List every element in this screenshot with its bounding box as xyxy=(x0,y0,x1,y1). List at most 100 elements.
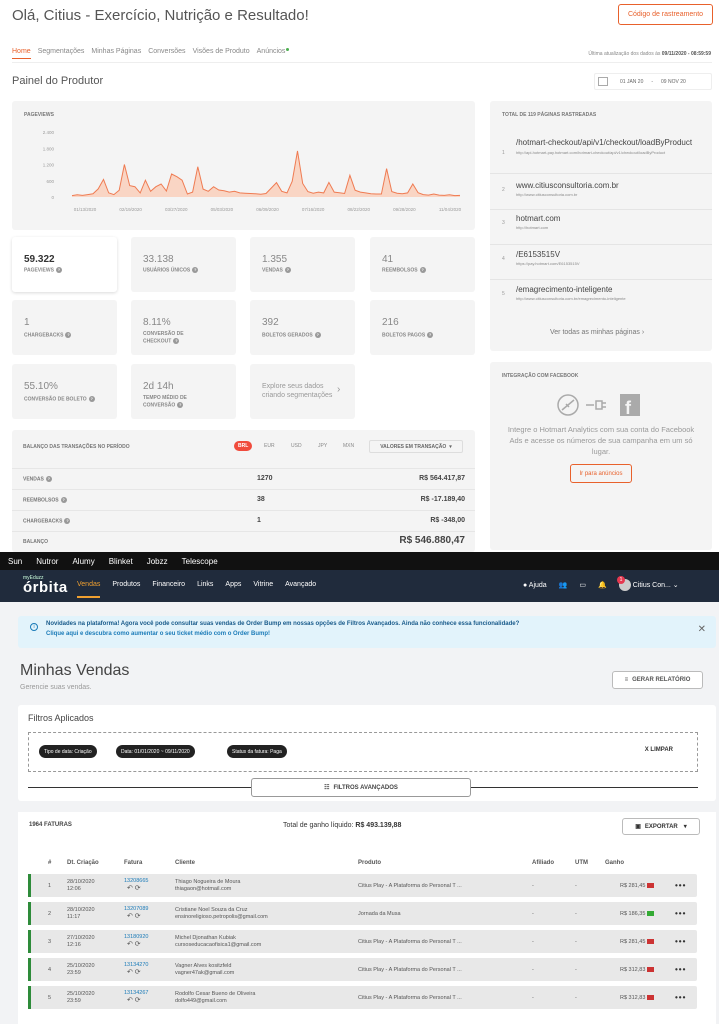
help-icon[interactable]: ? xyxy=(65,332,72,338)
table-row[interactable]: 3 27/10/2020 12:16 13180920 ↶ ⟳ Michel Djonat… xyxy=(28,930,697,953)
see-all-pages-link[interactable]: Ver todas as minhas páginas › xyxy=(550,329,644,336)
menu-produtos[interactable]: Produtos xyxy=(112,581,140,598)
currency-usd[interactable]: USD xyxy=(291,443,302,449)
currency-eur[interactable]: EUR xyxy=(264,443,275,449)
invoice-link[interactable]: 13208665 xyxy=(124,878,148,884)
col-affiliate[interactable]: Afiliado xyxy=(532,860,554,866)
invoice-actions-icon[interactable]: ↶ ⟳ xyxy=(127,997,141,1004)
help-icon[interactable]: ? xyxy=(419,267,426,273)
stat-card[interactable]: 2d 14h TEMPO MÉDIO DE CONVERSÃO? xyxy=(131,364,236,419)
invoice-link[interactable]: 13134267 xyxy=(124,990,148,996)
help-icon[interactable]: ? xyxy=(55,267,62,273)
help-icon[interactable]: ? xyxy=(88,396,95,402)
more-actions-icon[interactable]: ••• xyxy=(675,965,686,974)
more-actions-icon[interactable]: ••• xyxy=(675,909,686,918)
tracked-page-item[interactable]: 5/emagrecimento-inteligente http://www.ci… xyxy=(490,281,712,311)
generate-report-button[interactable]: ≡ GERAR RELATÓRIO xyxy=(612,671,703,689)
tracked-page-item[interactable]: 2 www.citiusconsultoria.com.br http://www.… xyxy=(490,177,712,210)
invoice-link[interactable]: 13180920 xyxy=(124,934,148,940)
menu-vendas[interactable]: Vendas xyxy=(77,581,101,598)
table-row[interactable]: 2 28/10/2020 11:17 13207089 ↶ ⟳ Cristiane Noe… xyxy=(28,902,697,925)
tab-visoes-produto[interactable]: Visões de Produto xyxy=(193,48,250,59)
team-icon[interactable]: 👥 xyxy=(559,581,568,589)
currency-brl[interactable]: BRL xyxy=(234,441,253,451)
tracked-page-item[interactable]: 1/hotmart-checkout/api/v1/checkout/loadB… xyxy=(490,134,712,174)
menu-avancado[interactable]: Avançado xyxy=(285,581,316,598)
col-invoice[interactable]: Fatura xyxy=(124,860,142,866)
currency-jpy[interactable]: JPY xyxy=(318,443,327,449)
advanced-filters-button[interactable]: ☷ FILTROS AVANÇADOS xyxy=(251,778,471,797)
table-row[interactable]: 4 25/10/2020 23:59 13134270 ↶ ⟳ Vagner Alves … xyxy=(28,958,697,981)
clear-filters-button[interactable]: X LIMPAR xyxy=(645,747,673,753)
stat-card[interactable]: 8.11% CONVERSÃO DE CHECKOUT? xyxy=(131,300,236,355)
values-dropdown[interactable]: VALORES EM TRANSAÇÃO ▾ xyxy=(369,440,463,453)
more-actions-icon[interactable]: ••• xyxy=(675,993,686,1002)
more-actions-icon[interactable]: ••• xyxy=(675,937,686,946)
col-utm[interactable]: UTM xyxy=(575,860,588,866)
bookmark-jobzz[interactable]: Jobzz xyxy=(147,557,168,566)
tab-anuncios[interactable]: Anúncios xyxy=(257,48,290,59)
col-client[interactable]: Cliente xyxy=(175,860,195,866)
stat-card[interactable]: 41 REEMBOLSOS? xyxy=(370,237,475,292)
filter-chip-date-type[interactable]: Tipo de data: Criação xyxy=(39,745,97,758)
export-button[interactable]: ▣ EXPORTAR ▾ xyxy=(622,818,700,835)
more-actions-icon[interactable]: ••• xyxy=(675,881,686,890)
col-date[interactable]: Dt. Criação xyxy=(67,860,99,866)
menu-apps[interactable]: Apps xyxy=(225,581,241,598)
info-link[interactable]: Clique aqui e descubra como aumentar o s… xyxy=(46,631,270,637)
invoice-link[interactable]: 13207089 xyxy=(124,906,148,912)
bookmark-telescope[interactable]: Telescope xyxy=(182,557,218,566)
help-icon[interactable]: ? xyxy=(177,402,184,408)
help-icon[interactable]: ? xyxy=(60,497,67,503)
menu-financeiro[interactable]: Financeiro xyxy=(152,581,185,598)
tab-conversoes[interactable]: Conversões xyxy=(148,48,185,59)
bookmark-sun[interactable]: Sun xyxy=(8,557,22,566)
table-row[interactable]: 1 28/10/2020 12:06 13208665 ↶ ⟳ Thiago Noguei… xyxy=(28,874,697,897)
close-icon[interactable]: ✕ xyxy=(698,624,706,635)
help-icon[interactable]: ? xyxy=(314,332,321,338)
stat-card[interactable]: 55.10% CONVERSÃO DE BOLETO? xyxy=(12,364,117,419)
orbita-logo[interactable]: myEduzz órbita xyxy=(23,575,68,596)
help-icon[interactable]: ? xyxy=(173,338,180,344)
tab-home[interactable]: Home xyxy=(12,48,31,59)
invoice-actions-icon[interactable]: ↶ ⟳ xyxy=(127,941,141,948)
explore-card[interactable]: Explore seus dados criando segmentações … xyxy=(250,364,355,419)
invoice-link[interactable]: 13134270 xyxy=(124,962,148,968)
bookmark-alumy[interactable]: Alumy xyxy=(72,557,94,566)
invoice-actions-icon[interactable]: ↶ ⟳ xyxy=(127,969,141,976)
tracking-code-button[interactable]: Código de rastreamento xyxy=(618,4,713,25)
filter-chip-status[interactable]: Status da fatura: Paga xyxy=(227,745,287,758)
stat-card[interactable]: 59.322 PAGEVIEWS? xyxy=(12,237,117,292)
bookmark-nutror[interactable]: Nutror xyxy=(36,557,58,566)
menu-links[interactable]: Links xyxy=(197,581,213,598)
table-row[interactable]: 5 25/10/2020 23:59 13134267 ↶ ⟳ Rodolfo Cesar… xyxy=(28,986,697,1009)
help-icon[interactable]: ? xyxy=(284,267,291,273)
bell-icon[interactable]: 🔔 xyxy=(598,581,607,589)
stat-card[interactable]: 392 BOLETOS GERADOS? xyxy=(250,300,355,355)
stat-card[interactable]: 33.138 USUÁRIOS ÚNICOS? xyxy=(131,237,236,292)
stat-card[interactable]: 1.355 VENDAS? xyxy=(250,237,355,292)
go-to-ads-button[interactable]: Ir para anúncios xyxy=(570,464,632,483)
filter-chip-date[interactable]: Data: 01/01/2020 ~ 09/11/2020 xyxy=(116,745,195,758)
tracked-page-item[interactable]: 3 hotmart.com http://hotmart.com xyxy=(490,210,712,245)
tab-segmentacoes[interactable]: Segmentações xyxy=(38,48,85,59)
help-link[interactable]: ● Ajuda xyxy=(523,582,547,589)
chat-icon[interactable]: ▭ xyxy=(579,581,586,589)
stat-card[interactable]: 216 BOLETOS PAGOS? xyxy=(370,300,475,355)
tab-minhas-paginas[interactable]: Minhas Páginas xyxy=(91,48,141,59)
stat-card[interactable]: 1 CHARGEBACKS? xyxy=(12,300,117,355)
currency-mxn[interactable]: MXN xyxy=(343,443,354,449)
help-icon[interactable]: ? xyxy=(427,332,434,338)
invoice-actions-icon[interactable]: ↶ ⟳ xyxy=(127,913,141,920)
bookmark-blinket[interactable]: Blinket xyxy=(109,557,133,566)
date-range-picker[interactable]: 01 JAN 20 - 09 NOV 20 xyxy=(594,73,712,90)
user-menu[interactable]: Citius Con... ⌄ xyxy=(618,579,679,591)
menu-vitrine[interactable]: Vitrine xyxy=(253,581,273,598)
help-icon[interactable]: ? xyxy=(192,267,199,273)
help-icon[interactable]: ? xyxy=(64,518,71,524)
tracked-page-item[interactable]: 4/E6153515V https://pay.hotmart.com/E6153… xyxy=(490,246,712,280)
col-earnings[interactable]: Ganho xyxy=(605,860,624,866)
col-product[interactable]: Produto xyxy=(358,860,381,866)
help-icon[interactable]: ? xyxy=(45,476,52,482)
invoice-actions-icon[interactable]: ↶ ⟳ xyxy=(127,885,141,892)
